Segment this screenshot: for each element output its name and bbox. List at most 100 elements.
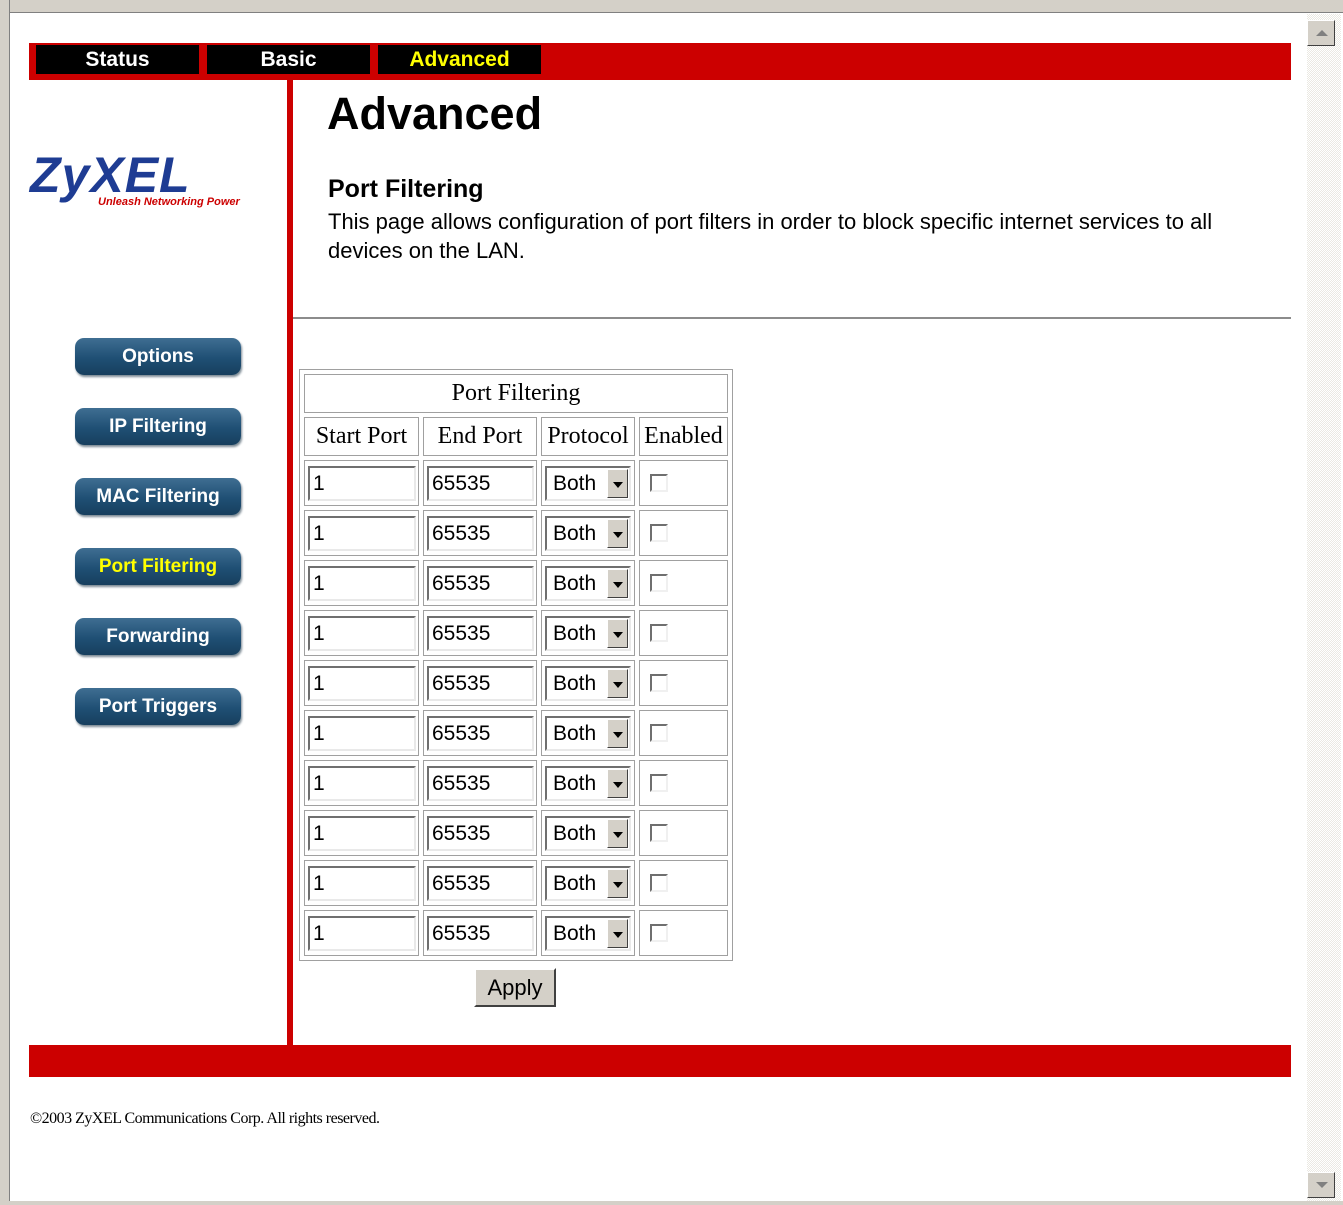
header-start-port: Start Port [304, 417, 419, 456]
start-port-input[interactable]: 1 [308, 666, 416, 701]
enabled-checkbox[interactable] [650, 524, 668, 542]
end-port-cell: 65535 [423, 460, 537, 506]
enabled-checkbox[interactable] [650, 624, 668, 642]
end-port-cell: 65535 [423, 510, 537, 556]
apply-button[interactable]: Apply [474, 968, 556, 1007]
protocol-select[interactable]: Both [545, 866, 631, 901]
sidebar-item-port-triggers[interactable]: Port Triggers [75, 688, 241, 725]
enabled-cell [639, 860, 728, 906]
end-port-input[interactable]: 65535 [427, 766, 534, 801]
chevron-down-icon[interactable] [607, 819, 628, 848]
enabled-checkbox[interactable] [650, 674, 668, 692]
protocol-select[interactable]: Both [545, 766, 631, 801]
end-port-cell: 65535 [423, 760, 537, 806]
enabled-cell [639, 510, 728, 556]
enabled-cell [639, 910, 728, 956]
protocol-select-value: Both [553, 672, 597, 695]
start-port-cell: 1 [304, 760, 419, 806]
sidebar-item-options[interactable]: Options [75, 338, 241, 375]
protocol-select[interactable]: Both [545, 466, 631, 501]
end-port-input[interactable]: 65535 [427, 716, 534, 751]
logo-tagline: Unleash Networking Power [98, 196, 240, 208]
protocol-cell: Both [541, 660, 635, 706]
enabled-checkbox[interactable] [650, 874, 668, 892]
end-port-cell: 65535 [423, 810, 537, 856]
end-port-cell: 65535 [423, 610, 537, 656]
enabled-cell [639, 610, 728, 656]
enabled-checkbox[interactable] [650, 774, 668, 792]
copyright-text: ©2003 ZyXEL Communications Corp. All rig… [30, 1110, 380, 1127]
chevron-down-icon[interactable] [607, 669, 628, 698]
end-port-input[interactable]: 65535 [427, 816, 534, 851]
chevron-down-icon[interactable] [607, 619, 628, 648]
protocol-select-value: Both [553, 772, 597, 795]
start-port-input[interactable]: 1 [308, 816, 416, 851]
enabled-checkbox[interactable] [650, 574, 668, 592]
chevron-down-icon[interactable] [607, 769, 628, 798]
chevron-down-icon[interactable] [607, 869, 628, 898]
start-port-input[interactable]: 1 [308, 916, 416, 951]
end-port-input[interactable]: 65535 [427, 916, 534, 951]
tab-status[interactable]: Status [36, 45, 199, 74]
sidebar-item-forwarding[interactable]: Forwarding [75, 618, 241, 655]
scroll-down-button[interactable] [1307, 1172, 1335, 1198]
chevron-down-icon[interactable] [607, 719, 628, 748]
protocol-select-value: Both [553, 472, 597, 495]
protocol-select[interactable]: Both [545, 516, 631, 551]
start-port-input[interactable]: 1 [308, 616, 416, 651]
browser-left-frame [0, 0, 10, 1205]
chevron-down-icon[interactable] [607, 519, 628, 548]
protocol-cell: Both [541, 560, 635, 606]
protocol-select[interactable]: Both [545, 816, 631, 851]
sidebar-item-ip-filtering[interactable]: IP Filtering [75, 408, 241, 445]
end-port-input[interactable]: 65535 [427, 516, 534, 551]
protocol-select[interactable]: Both [545, 916, 631, 951]
start-port-input[interactable]: 1 [308, 466, 416, 501]
protocol-select[interactable]: Both [545, 566, 631, 601]
start-port-input[interactable]: 1 [308, 516, 416, 551]
end-port-input[interactable]: 65535 [427, 566, 534, 601]
header-enabled: Enabled [639, 417, 728, 456]
tab-basic[interactable]: Basic [207, 45, 370, 74]
enabled-checkbox[interactable] [650, 724, 668, 742]
chevron-down-icon[interactable] [607, 919, 628, 948]
tab-advanced[interactable]: Advanced [378, 45, 541, 74]
sidebar-item-port-filtering[interactable]: Port Filtering [75, 548, 241, 585]
header-end-port: End Port [423, 417, 537, 456]
protocol-select-value: Both [553, 872, 597, 895]
enabled-cell [639, 710, 728, 756]
sidebar-item-mac-filtering[interactable]: MAC Filtering [75, 478, 241, 515]
sidebar-divider [287, 80, 293, 1046]
section-title: Port Filtering [328, 175, 484, 203]
end-port-input[interactable]: 65535 [427, 666, 534, 701]
enabled-checkbox[interactable] [650, 824, 668, 842]
enabled-checkbox[interactable] [650, 924, 668, 942]
end-port-cell: 65535 [423, 560, 537, 606]
end-port-input[interactable]: 65535 [427, 866, 534, 901]
chevron-down-icon[interactable] [607, 569, 628, 598]
protocol-select-value: Both [553, 572, 597, 595]
enabled-checkbox[interactable] [650, 474, 668, 492]
protocol-select[interactable]: Both [545, 616, 631, 651]
scroll-up-button[interactable] [1307, 20, 1335, 46]
protocol-select-value: Both [553, 622, 597, 645]
end-port-input[interactable]: 65535 [427, 466, 534, 501]
zyxel-logo: ZyXEL Unleash Networking Power [30, 148, 286, 210]
start-port-cell: 1 [304, 860, 419, 906]
end-port-input[interactable]: 65535 [427, 616, 534, 651]
start-port-input[interactable]: 1 [308, 566, 416, 601]
protocol-select[interactable]: Both [545, 716, 631, 751]
vertical-scrollbar[interactable] [1307, 14, 1341, 1201]
browser-bottom-frame [0, 1201, 1343, 1205]
start-port-input[interactable]: 1 [308, 716, 416, 751]
start-port-input[interactable]: 1 [308, 866, 416, 901]
start-port-input[interactable]: 1 [308, 766, 416, 801]
protocol-cell: Both [541, 610, 635, 656]
chevron-down-icon[interactable] [607, 469, 628, 498]
protocol-cell: Both [541, 710, 635, 756]
protocol-select-value: Both [553, 822, 597, 845]
horizontal-rule [293, 317, 1291, 319]
protocol-cell: Both [541, 860, 635, 906]
protocol-select[interactable]: Both [545, 666, 631, 701]
top-nav-bar: Status Basic Advanced [29, 43, 1291, 80]
